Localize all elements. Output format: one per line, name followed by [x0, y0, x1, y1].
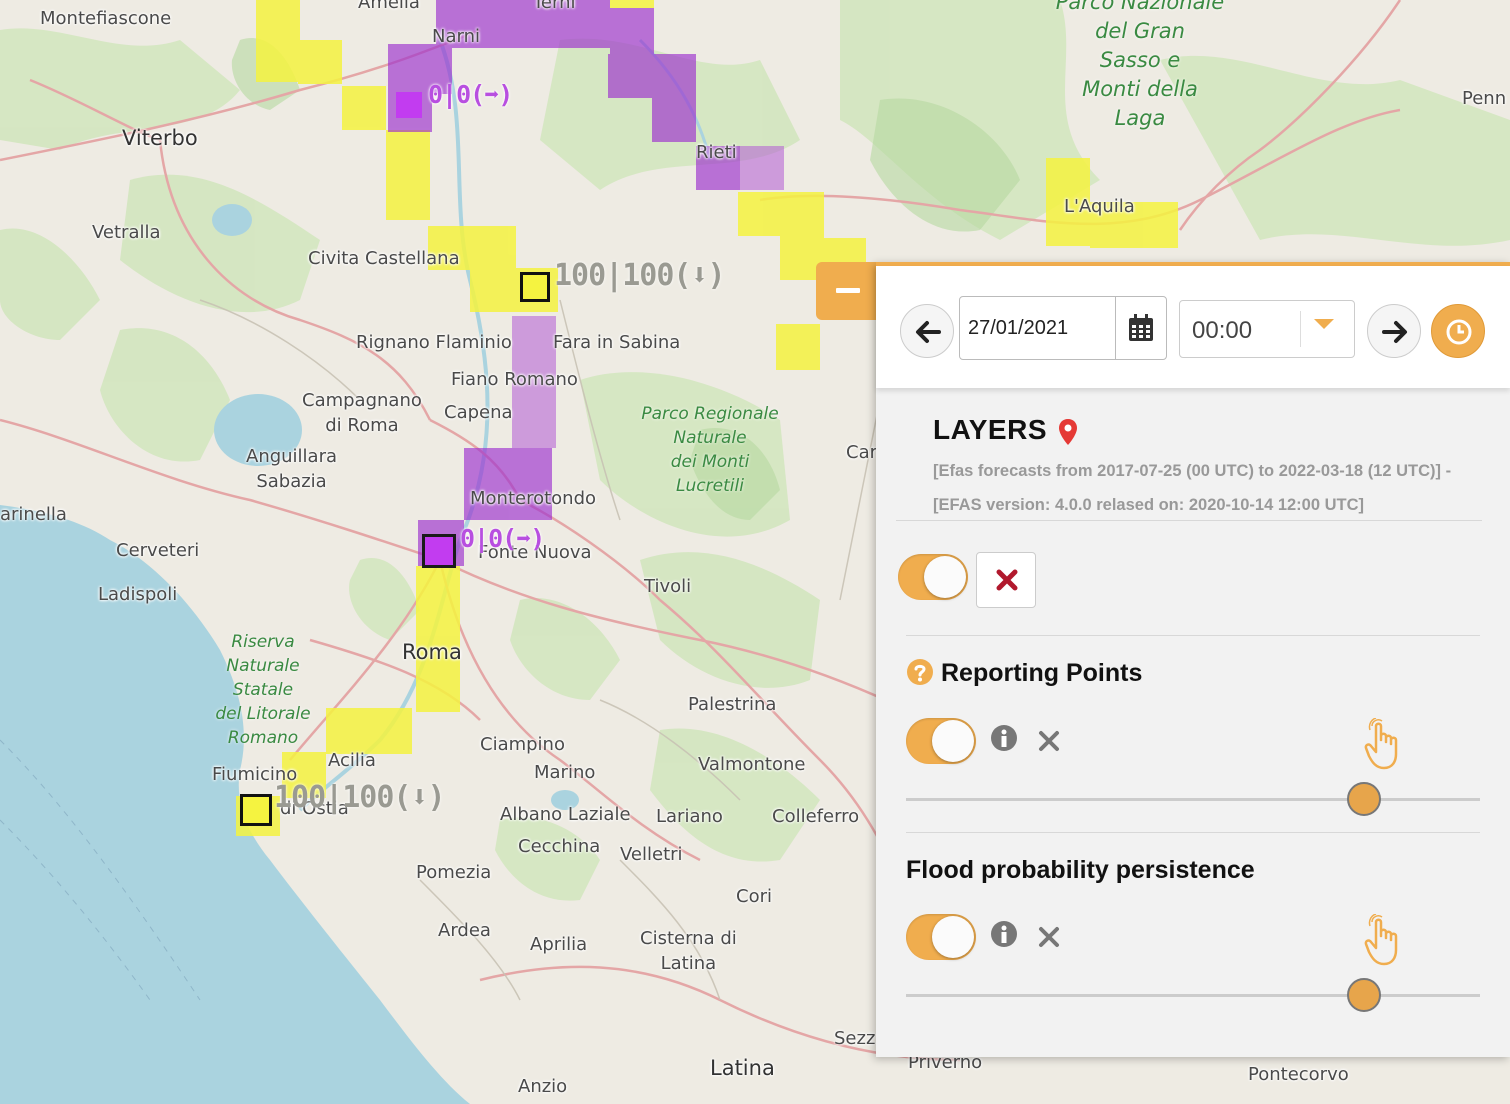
place-amelia: Amelia	[358, 0, 420, 13]
time-navigation-bar: 27/01/2021 00:00	[876, 266, 1510, 388]
question-icon[interactable]	[906, 658, 934, 686]
close-icon[interactable]	[1038, 730, 1060, 752]
park-lucretili: Parco Regionale Naturale dei Monti Lucre…	[641, 404, 779, 496]
place-aprilia: Aprilia	[530, 934, 588, 955]
map-pin-icon	[1059, 419, 1077, 445]
separator	[896, 520, 1482, 521]
place-montefiascone: Montefiascone	[40, 8, 172, 29]
reporting-points-opacity-slider[interactable]	[1347, 782, 1381, 816]
previous-time-button[interactable]	[900, 304, 954, 358]
arrow-right-icon	[1382, 321, 1407, 343]
collapse-panel-button[interactable]	[816, 262, 878, 320]
reporting-points-title: Reporting Points	[941, 659, 1143, 687]
hand-pointer-icon[interactable]	[1364, 718, 1400, 772]
place-monterotondo: Monterotondo	[470, 488, 597, 509]
next-time-button[interactable]	[1367, 304, 1421, 358]
place-ladispoli: Ladispoli	[98, 584, 178, 605]
place-sezze: Sezz	[834, 1028, 876, 1049]
reporting-point-label: 0|0(➡)	[428, 80, 513, 109]
place-fara-in-sabina: Fara in Sabina	[553, 332, 681, 353]
reporting-points-toggle[interactable]	[906, 718, 976, 764]
close-icon	[996, 569, 1018, 591]
info-icon[interactable]	[990, 724, 1018, 752]
layers-title: LAYERS	[933, 414, 1048, 445]
flood-persistence-toggle[interactable]	[906, 914, 976, 960]
place-campagnano: Campagnano di Roma	[302, 390, 422, 436]
time-select-divider	[1300, 311, 1301, 347]
place-car: Car	[846, 442, 877, 463]
place-cisterna: Cisterna di Latina	[640, 928, 737, 974]
calendar-button[interactable]	[1115, 297, 1166, 359]
place-fiano-romano: Fiano Romano	[451, 369, 578, 390]
place-terni: Terni	[533, 0, 576, 13]
place-civita-castellana: Civita Castellana	[308, 248, 460, 269]
place-narni: Narni	[432, 26, 480, 47]
flood-persistence-title: Flood probability persistence	[906, 856, 1255, 884]
date-field[interactable]: 27/01/2021	[959, 296, 1167, 360]
reporting-point-marker[interactable]	[240, 794, 272, 826]
park-gran-sasso: Parco Nazionale del Gran Sasso e Monti d…	[1055, 0, 1225, 130]
place-rignano-flaminio: Rignano Flaminio	[356, 332, 512, 353]
place-albano-laziale: Albano Laziale	[500, 804, 631, 825]
place-cecchina: Cecchina	[518, 836, 601, 857]
reporting-point-label: 100|100(⬇)	[274, 780, 446, 815]
place-colleferro: Colleferro	[772, 806, 860, 827]
caret-down-icon[interactable]	[1314, 319, 1334, 329]
layers-panel: 27/01/2021 00:00 LAYERS [Efas forecasts …	[876, 262, 1510, 1057]
reporting-point-marker[interactable]	[520, 272, 550, 302]
place-valmontone: Valmontone	[698, 754, 806, 775]
time-value: 00:00	[1192, 317, 1253, 344]
efas-version-info: [Efas forecasts from 2017-07-25 (00 UTC)…	[933, 462, 1452, 514]
flood-persistence-opacity-slider[interactable]	[1347, 978, 1381, 1012]
place-laquila: L'Aquila	[1064, 196, 1135, 217]
park-litorale-romano: Riserva Naturale Statale del Litorale Ro…	[215, 632, 311, 748]
clock-icon	[1446, 319, 1472, 345]
latest-time-button[interactable]	[1431, 304, 1485, 358]
place-latina: Latina	[710, 1056, 775, 1080]
place-cori: Cori	[736, 886, 772, 907]
place-ciampino: Ciampino	[480, 734, 565, 755]
place-capena: Capena	[444, 402, 513, 423]
place-anguillara: Anguillara Sabazia	[246, 446, 338, 492]
reporting-points-opacity-track	[906, 798, 1480, 801]
info-icon[interactable]	[990, 920, 1018, 948]
minus-icon	[836, 288, 860, 293]
place-vetralla: Vetralla	[92, 222, 161, 243]
place-lariano: Lariano	[656, 806, 723, 827]
place-cerveteri: Cerveteri	[116, 540, 200, 561]
reporting-point-label: 0|0(➡)	[460, 524, 545, 553]
place-pomezia: Pomezia	[416, 862, 492, 883]
flood-persistence-opacity-track	[906, 994, 1480, 997]
place-anzio: Anzio	[518, 1076, 568, 1097]
time-select[interactable]: 00:00	[1179, 300, 1355, 358]
place-marino: Marino	[534, 762, 596, 783]
reporting-point-label: 100|100(⬇)	[554, 258, 726, 293]
place-ardea: Ardea	[438, 920, 491, 941]
reporting-point-marker[interactable]	[396, 92, 422, 118]
place-penne: Penn	[1462, 88, 1507, 109]
separator	[906, 832, 1480, 833]
place-marinella: arinella	[0, 504, 67, 525]
separator	[906, 635, 1480, 636]
place-roma: Roma	[402, 640, 462, 664]
remove-all-layers-button[interactable]	[976, 552, 1036, 608]
place-velletri: Velletri	[620, 844, 683, 865]
calendar-icon	[1129, 314, 1153, 341]
place-palestrina: Palestrina	[688, 694, 777, 715]
place-tivoli: Tivoli	[644, 576, 692, 597]
place-acilia: Acilia	[328, 750, 376, 771]
place-rieti: Rieti	[696, 142, 737, 163]
all-layers-toggle[interactable]	[898, 554, 968, 600]
close-icon[interactable]	[1038, 926, 1060, 948]
reporting-point-marker[interactable]	[422, 534, 456, 568]
place-viterbo: Viterbo	[122, 126, 198, 150]
place-pontecorvo: Pontecorvo	[1248, 1064, 1349, 1085]
arrow-left-icon	[916, 321, 941, 343]
hand-pointer-icon[interactable]	[1364, 914, 1400, 968]
date-input[interactable]: 27/01/2021	[968, 317, 1068, 340]
